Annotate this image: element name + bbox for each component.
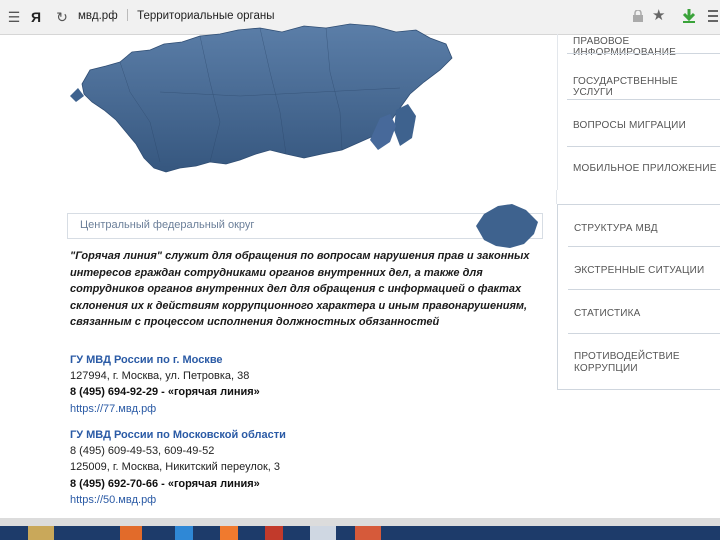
taskbar-ppt-icon[interactable] [355,526,381,540]
org-title[interactable]: ГУ МВД России по Московской области [70,427,530,443]
yandex-logo[interactable]: Я [26,7,46,27]
russia-map[interactable] [60,22,550,182]
hamburger-icon[interactable]: ☰ [4,7,24,27]
menu-divider [568,333,720,334]
taskbar-firefox-icon[interactable] [120,526,142,540]
org-block-moscow: ГУ МВД России по г. Москве 127994, г. Мо… [70,352,530,417]
horizontal-scrollbar[interactable] [0,518,720,526]
taskbar-app-icon[interactable] [220,526,238,540]
menu-divider [567,146,720,147]
browser-menu-icon[interactable] [706,6,720,26]
right-column-border [557,34,558,190]
address-separator [126,9,128,21]
menu-divider [567,53,720,54]
org-phone-extra: 8 (495) 609-49-53, 609-49-52 [70,445,215,458]
district-label: Центральный федеральный округ [80,219,255,231]
menu-divider [568,246,720,247]
org-site-link[interactable]: https://50.мвд.рф [70,492,530,508]
district-map-icon [476,204,538,248]
lock-icon[interactable] [632,10,644,22]
address-page-title: Территориальные органы [137,10,275,22]
bookmark-star-icon[interactable]: ★ [652,6,665,24]
org-address: 127994, г. Москва, ул. Петровка, 38 [70,370,250,383]
taskbar-window-icon[interactable] [310,526,336,540]
right-menu-box: СТРУКТУРА МВД ЭКСТРЕННЫЕ СИТУАЦИИ СТАТИС… [557,204,720,390]
menu-divider [568,289,720,290]
os-taskbar [0,526,720,540]
org-hotline-phone: 8 (495) 692-70-66 - «горячая линия» [70,477,260,490]
taskbar-ie-icon[interactable] [175,526,193,540]
address-bar[interactable]: мвд.рф Территориальные органы [78,9,274,22]
hotline-description: "Горячая линия" служит для обращения по … [70,250,530,329]
org-title[interactable]: ГУ МВД России по г. Москве [70,352,530,368]
org-block-moscow-oblast: ГУ МВД России по Московской области 8 (4… [70,427,530,508]
taskbar-folder-icon[interactable] [28,526,54,540]
org-address: 125009, г. Москва, Никитский переулок, 3 [70,461,281,474]
column-separator [556,190,557,204]
taskbar-gmail-icon[interactable] [265,526,283,540]
download-icon[interactable] [682,8,696,24]
org-hotline-phone: 8 (495) 694-92-29 - «горячая линия» [70,386,260,399]
address-host: мвд.рф [78,10,118,22]
menu-divider [567,99,720,100]
org-site-link[interactable]: https://77.мвд.рф [70,401,530,417]
